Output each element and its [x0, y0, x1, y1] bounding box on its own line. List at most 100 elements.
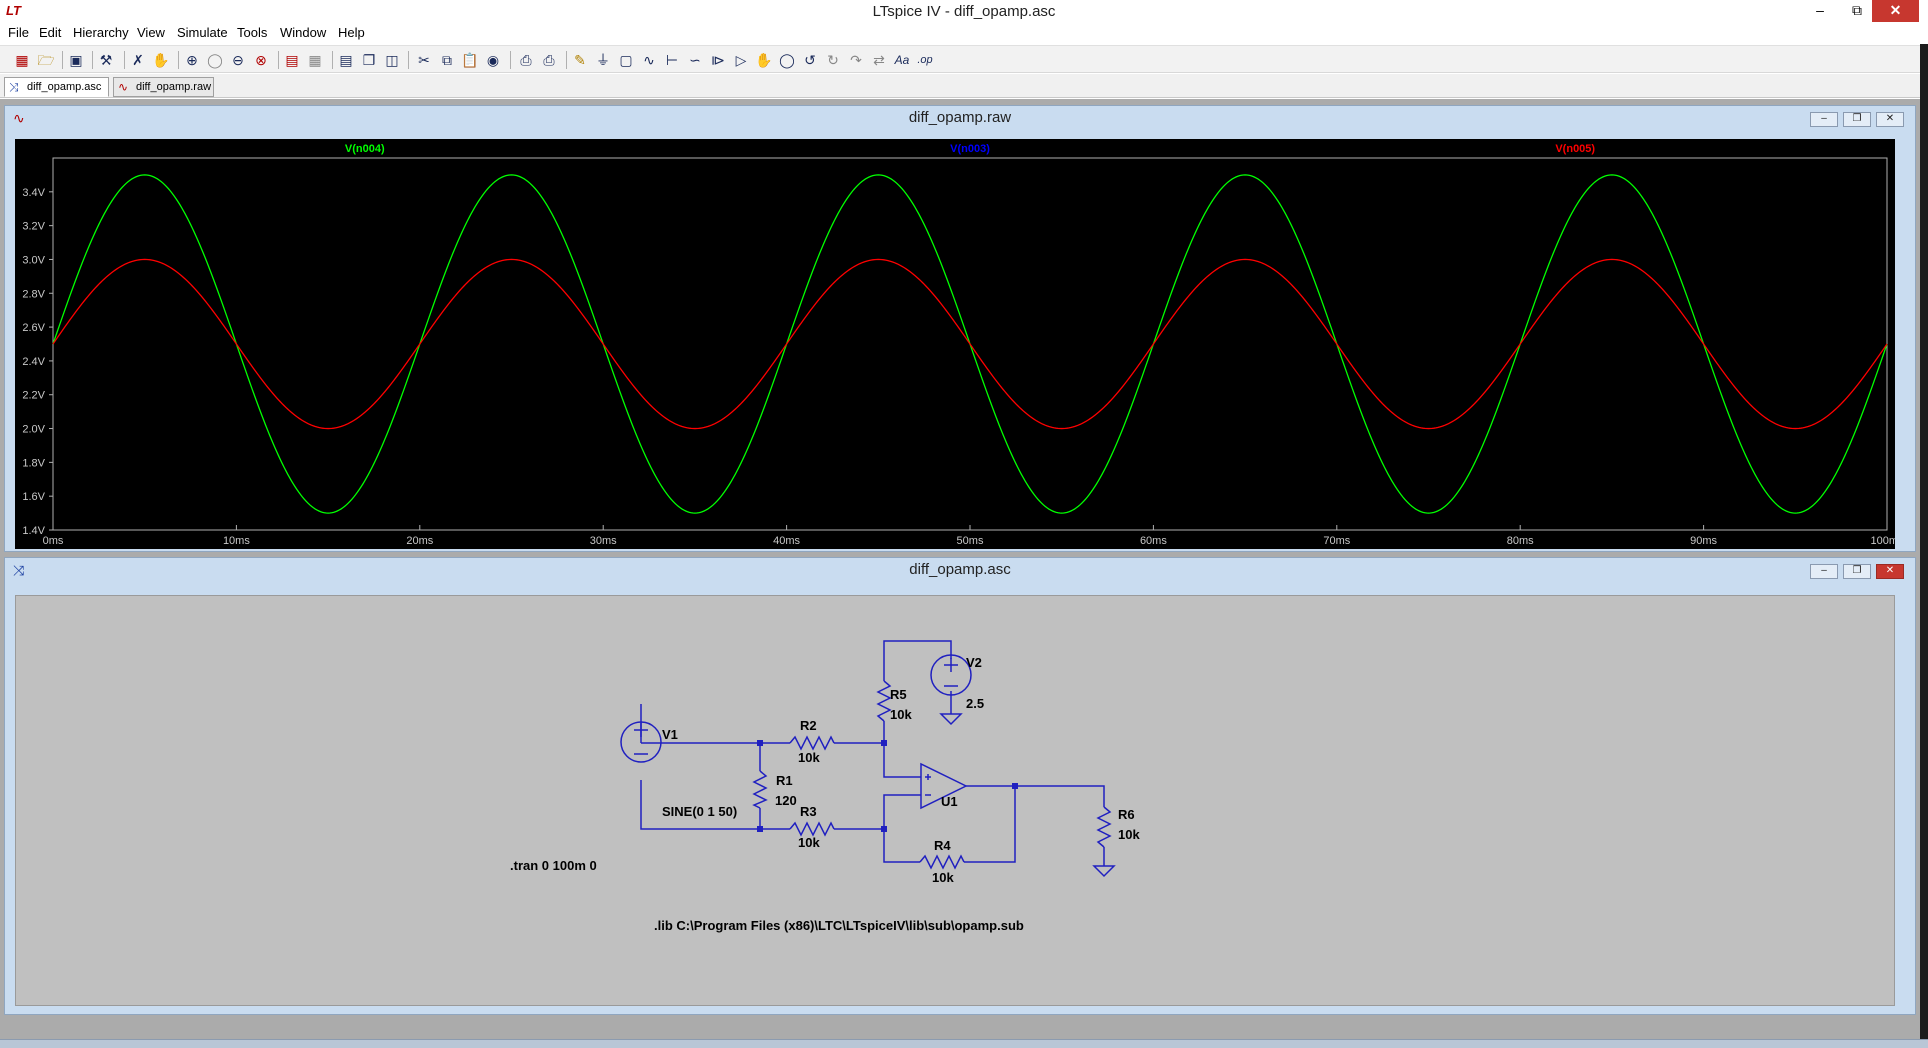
u1-label: U1: [941, 794, 958, 809]
close-button[interactable]: ✕: [1872, 0, 1919, 22]
zoom-full-icon[interactable]: ⊗: [251, 50, 271, 70]
r2-resistor[interactable]: [789, 735, 835, 751]
r3-value: 10k: [798, 835, 820, 850]
open-folder-icon[interactable]: 🗁: [36, 50, 56, 70]
wire[interactable]: [883, 794, 921, 829]
ltspice-app: LT LTspice IV - diff_opamp.asc – ⧉ ✕ Fil…: [0, 0, 1928, 1048]
r6-resistor[interactable]: [1096, 806, 1112, 848]
ground-icon[interactable]: ⏚: [593, 50, 613, 70]
tile-horizontal-icon[interactable]: ▤: [336, 50, 356, 70]
copy-icon[interactable]: ⧉: [437, 50, 457, 70]
r2-value: 10k: [798, 750, 820, 765]
child-close-button[interactable]: ✕: [1876, 564, 1904, 579]
component-icon[interactable]: ▷: [731, 50, 751, 70]
tran-directive[interactable]: .tran 0 100m 0: [510, 858, 597, 873]
schematic-canvas[interactable]: V1 SINE(0 1 50) V2 2.5 R1 120 R2 10k R3 …: [15, 595, 1895, 1006]
r5-resistor[interactable]: [876, 680, 892, 722]
trace-label[interactable]: V(n004): [345, 143, 385, 155]
restore-button[interactable]: ⧉: [1843, 0, 1871, 22]
menu-help[interactable]: Help: [338, 25, 365, 40]
save-icon[interactable]: ▣: [66, 50, 86, 70]
redo-icon[interactable]: ↻: [823, 50, 843, 70]
right-edge-scrollbar[interactable]: [1920, 44, 1928, 1048]
child-restore-button[interactable]: ❐: [1843, 564, 1871, 579]
child-minimize-button[interactable]: –: [1810, 564, 1838, 579]
spice-directive-icon[interactable]: .op: [915, 50, 935, 70]
wire[interactable]: [964, 786, 1016, 863]
undo-icon[interactable]: ↺: [800, 50, 820, 70]
tab-diff-opamp-raw[interactable]: ∿ diff_opamp.raw: [113, 77, 214, 97]
x-tick-label: 100ms: [1870, 535, 1895, 547]
tile-vertical-icon[interactable]: ◫: [382, 50, 402, 70]
child-close-button[interactable]: ✕: [1876, 112, 1904, 127]
x-tick-label: 20ms: [406, 535, 433, 547]
inductor-icon[interactable]: ∽: [685, 50, 705, 70]
mirror-icon[interactable]: ⇄: [869, 50, 889, 70]
window-title: LTspice IV - diff_opamp.asc: [872, 3, 1056, 20]
wire[interactable]: [883, 743, 921, 778]
cascade-icon[interactable]: ❐: [359, 50, 379, 70]
capacitor-icon[interactable]: ⊢: [662, 50, 682, 70]
toolbar-separator: [278, 51, 279, 69]
lib-directive[interactable]: .lib C:\Program Files (x86)\LTC\LTspiceI…: [654, 918, 1024, 933]
paste-icon[interactable]: 📋: [460, 50, 480, 70]
v2-source[interactable]: [930, 654, 972, 696]
child-restore-button[interactable]: ❐: [1843, 112, 1871, 127]
v2-label: V2: [966, 655, 982, 670]
menu-tools[interactable]: Tools: [237, 25, 267, 40]
zoom-in-icon[interactable]: ⊕: [182, 50, 202, 70]
r1-resistor[interactable]: [752, 770, 768, 809]
menu-simulate[interactable]: Simulate: [177, 25, 228, 40]
menu-file[interactable]: File: [8, 25, 29, 40]
toolbar-separator: [178, 51, 179, 69]
resistor-icon[interactable]: ∿: [639, 50, 659, 70]
y-tick-label: 2.2V: [22, 390, 45, 402]
menu-window[interactable]: Window: [280, 25, 326, 40]
rotate-icon[interactable]: ↷: [846, 50, 866, 70]
tab-diff-opamp-asc[interactable]: ⤨ diff_opamp.asc: [4, 77, 109, 97]
junction-dot: [881, 826, 887, 832]
trace-label[interactable]: V(n003): [950, 143, 990, 155]
wire[interactable]: [883, 640, 952, 681]
r3-resistor[interactable]: [789, 821, 835, 837]
child-minimize-button[interactable]: –: [1810, 112, 1838, 127]
minimize-button[interactable]: –: [1806, 0, 1834, 22]
halt-icon[interactable]: ✋: [151, 50, 171, 70]
wire[interactable]: [966, 785, 1105, 807]
move-hand-icon[interactable]: ✋: [754, 50, 774, 70]
control-panel-icon[interactable]: ⚒: [96, 50, 116, 70]
text-icon[interactable]: Aa: [892, 50, 912, 70]
toolbar-separator: [92, 51, 93, 69]
r4-resistor[interactable]: [919, 854, 965, 870]
drag-icon[interactable]: ◯: [777, 50, 797, 70]
cut-icon[interactable]: ✂: [414, 50, 434, 70]
menu-hierarchy[interactable]: Hierarchy: [73, 25, 129, 40]
zoom-out-icon[interactable]: ⊖: [228, 50, 248, 70]
menu-edit[interactable]: Edit: [39, 25, 61, 40]
v2-value: 2.5: [966, 696, 984, 711]
document-tabs: ⤨ diff_opamp.asc ∿ diff_opamp.raw: [0, 74, 1928, 98]
new-schematic-icon[interactable]: ▦: [12, 50, 32, 70]
x-tick-label: 70ms: [1323, 535, 1350, 547]
y-tick-label: 2.8V: [22, 288, 45, 300]
legend: V(n004) V(n003) V(n005): [345, 143, 1596, 155]
menu-view[interactable]: View: [137, 25, 165, 40]
run-icon[interactable]: ✗: [128, 50, 148, 70]
label-net-icon[interactable]: ▢: [616, 50, 636, 70]
r4-value: 10k: [932, 870, 954, 885]
print-setup-icon[interactable]: ⎙: [516, 50, 536, 70]
wire[interactable]: [883, 829, 920, 863]
mdi-workspace: ∿ diff_opamp.raw – ❐ ✕ 3.4V 3.2V 3.0V 2.8V 2…: [0, 99, 1920, 1039]
trace-vn005[interactable]: [52, 258, 1888, 430]
diode-icon[interactable]: ⧐: [708, 50, 728, 70]
grid-icon[interactable]: ▦: [305, 50, 325, 70]
x-tick-label: 50ms: [957, 535, 984, 547]
find-icon[interactable]: ◉: [483, 50, 503, 70]
autorange-icon[interactable]: ▤: [282, 50, 302, 70]
wire-icon[interactable]: ✎: [570, 50, 590, 70]
waveform-plot[interactable]: 3.4V 3.2V 3.0V 2.8V 2.6V 2.4V 2.2V 2.0V 1.8V 1.6V…: [15, 139, 1895, 549]
junction-dot: [1012, 783, 1018, 789]
trace-label[interactable]: V(n005): [1555, 143, 1595, 155]
pan-icon[interactable]: ◯: [205, 50, 225, 70]
print-icon[interactable]: ⎙: [539, 50, 559, 70]
